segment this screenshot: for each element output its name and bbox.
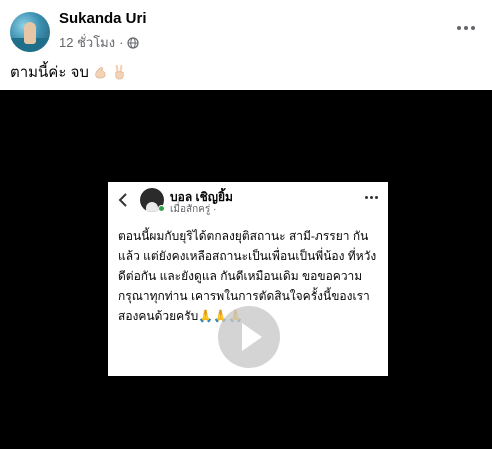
- more-options-button[interactable]: [454, 16, 478, 40]
- globe-icon[interactable]: [127, 36, 140, 49]
- online-status-dot: [158, 205, 165, 212]
- more-horizontal-icon: [471, 26, 475, 30]
- play-icon[interactable]: [218, 306, 280, 368]
- screenshot-time: เมื่อสักครู่ ·: [170, 202, 216, 217]
- victory-hand-emoji: [115, 64, 124, 79]
- author-name[interactable]: Sukanda Uri: [59, 10, 147, 27]
- screenshot-time-text: เมื่อสักครู่: [170, 204, 211, 215]
- more-horizontal-icon: [457, 26, 461, 30]
- more-horizontal-icon: [464, 26, 468, 30]
- avatar-figure: [24, 22, 36, 44]
- post-time[interactable]: 12 ชั่วโมง: [59, 32, 115, 53]
- flexed-biceps-emoji: [95, 66, 106, 78]
- post-text: ตามนี้ค่ะ จบ: [10, 60, 127, 84]
- post-text-content: ตามนี้ค่ะ จบ: [10, 64, 89, 81]
- meta-separator: ·: [119, 35, 124, 50]
- back-arrow-icon: [118, 193, 127, 207]
- screenshot-time-separator: ·: [213, 204, 217, 215]
- author-avatar[interactable]: [10, 12, 50, 52]
- post-meta: 12 ชั่วโมง ·: [59, 32, 140, 53]
- more-horizontal-icon: [365, 196, 378, 199]
- post-header: Sukanda Uri 12 ชั่วโมง ·: [0, 0, 492, 56]
